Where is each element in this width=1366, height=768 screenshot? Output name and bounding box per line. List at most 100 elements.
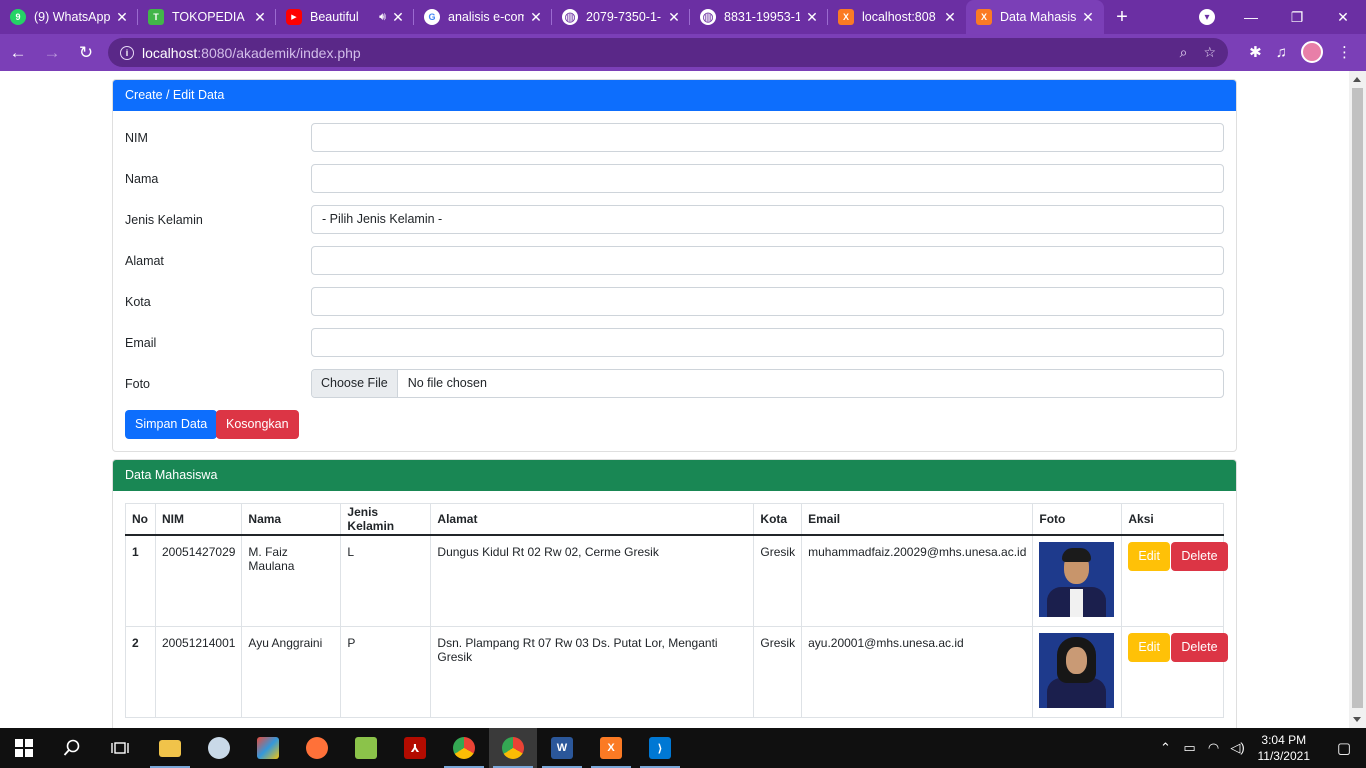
clock-time: 3:04 PM	[1261, 733, 1307, 747]
xampp-icon: X	[838, 9, 854, 25]
delete-button[interactable]: Delete	[1171, 541, 1228, 571]
chrome-icon[interactable]	[489, 728, 537, 768]
notepad-plus-icon[interactable]	[342, 728, 390, 768]
audio-playing-icon[interactable]: 🔊︎	[379, 11, 386, 24]
address-bar[interactable]: i localhost:8080/akademik/index.php ⌕ ☆	[108, 38, 1228, 67]
file-explorer-icon[interactable]	[146, 728, 194, 768]
tab-title: 2079-7350-1-	[586, 10, 662, 24]
nama-input[interactable]	[311, 164, 1224, 193]
close-tab-icon[interactable]: ✕	[1080, 9, 1096, 26]
start-button[interactable]	[0, 728, 48, 768]
url-path: :8080/akademik/index.php	[197, 44, 361, 61]
email-input[interactable]	[311, 328, 1224, 357]
cell-nama: M. Faiz Maulana	[241, 534, 342, 627]
browser-tab[interactable]: ◍ 8831-19953-1 ✕	[690, 0, 828, 34]
paint-icon[interactable]	[195, 728, 243, 768]
choose-file-button[interactable]: Choose File	[312, 370, 398, 397]
xampp-icon[interactable]: X	[587, 728, 635, 768]
close-tab-icon[interactable]: ✕	[666, 9, 682, 26]
restore-icon[interactable]: ❐	[1274, 0, 1320, 34]
back-icon[interactable]: ←	[2, 37, 34, 69]
zoom-icon[interactable]: ⌕	[1180, 44, 1188, 61]
browser-tab[interactable]: T TOKOPEDIA ✕	[138, 0, 276, 34]
close-tab-icon[interactable]: ✕	[114, 9, 130, 26]
clock[interactable]: 3:04 PM 11/3/2021	[1258, 732, 1311, 764]
column-header: Email	[801, 503, 1034, 536]
edit-button[interactable]: Edit	[1128, 632, 1170, 662]
browser-tab[interactable]: ◍ 2079-7350-1- ✕	[552, 0, 690, 34]
column-header: Foto	[1032, 503, 1123, 536]
browser-tab[interactable]: 9 (9) WhatsApp ✕	[0, 0, 138, 34]
chrome-icon[interactable]	[440, 728, 488, 768]
cell-nim: 20051214001	[154, 625, 243, 718]
data-card: Data Mahasiswa No NIM Nama Jenis Kelamin…	[112, 459, 1237, 728]
wifi-icon[interactable]: ◠	[1202, 740, 1226, 756]
task-view-icon[interactable]	[96, 728, 144, 768]
tab-search-icon[interactable]: ▾	[1199, 9, 1215, 25]
nim-input[interactable]	[311, 123, 1224, 152]
volume-icon[interactable]: ◁)	[1226, 740, 1250, 756]
edit-button[interactable]: Edit	[1128, 541, 1170, 571]
tab-title: TOKOPEDIA	[172, 10, 245, 24]
cell-nama: Ayu Anggraini	[241, 625, 342, 718]
form-row-jenis-kelamin: Jenis Kelamin - Pilih Jenis Kelamin -	[125, 205, 1224, 234]
cell-alamat: Dsn. Plampang Rt 07 Rw 03 Ds. Putat Lor,…	[430, 625, 755, 718]
close-tab-icon[interactable]: ✕	[252, 9, 268, 26]
scroll-down-icon[interactable]	[1353, 717, 1361, 722]
vscode-icon[interactable]: ⟩	[636, 728, 684, 768]
kota-input[interactable]	[311, 287, 1224, 316]
page-scrollbar[interactable]	[1349, 71, 1366, 728]
form-row-nim: NIM	[125, 123, 1224, 152]
close-tab-icon[interactable]: ✕	[528, 9, 544, 26]
minimize-icon[interactable]: —	[1228, 0, 1274, 34]
close-tab-icon[interactable]: ✕	[390, 9, 406, 26]
acrobat-icon[interactable]: ⅄	[391, 728, 439, 768]
search-icon[interactable]	[48, 728, 96, 768]
page-content: Create / Edit Data NIM Nama Jenis Kelami…	[0, 71, 1349, 728]
profile-avatar[interactable]	[1301, 41, 1323, 63]
scrollbar-thumb[interactable]	[1352, 88, 1363, 708]
close-tab-icon[interactable]: ✕	[942, 9, 958, 26]
battery-icon[interactable]: ▭	[1178, 740, 1202, 756]
browser-tab-active[interactable]: X Data Mahasisw ✕	[966, 0, 1104, 34]
browser-tab[interactable]: X localhost:808 ✕	[828, 0, 966, 34]
globe-icon: ◍	[562, 9, 578, 25]
simpan-data-button[interactable]: Simpan Data	[125, 410, 218, 439]
mahasiswa-table: No NIM Nama Jenis Kelamin Alamat Kota Em…	[125, 503, 1228, 718]
browser-menu-icon[interactable]: ⋮	[1337, 43, 1352, 61]
extensions-icon[interactable]: ✱	[1249, 43, 1262, 61]
browser-toolbar: ← → ↻ i localhost:8080/akademik/index.ph…	[0, 34, 1366, 71]
jenis-kelamin-select[interactable]: - Pilih Jenis Kelamin -	[311, 205, 1224, 234]
form-row-email: Email	[125, 328, 1224, 357]
new-tab-button[interactable]: +	[1104, 0, 1140, 34]
chevron-up-icon[interactable]: ⌃	[1154, 740, 1178, 756]
foto-file-input[interactable]: Choose File No file chosen	[311, 369, 1224, 398]
window-controls: — ❐ ✕	[1228, 0, 1366, 34]
delete-button[interactable]: Delete	[1171, 632, 1228, 662]
form-row-nama: Nama	[125, 164, 1224, 193]
firefox-icon[interactable]	[293, 728, 341, 768]
bookmark-star-icon[interactable]: ☆	[1203, 44, 1216, 61]
column-header: Aksi	[1121, 503, 1224, 536]
kosongkan-button[interactable]: Kosongkan	[216, 410, 299, 439]
browser-tab[interactable]: G analisis e-com ✕	[414, 0, 552, 34]
windows-taskbar: ⅄ W X ⟩ ⌃ ▭ ◠ ◁) 3:04 PM 11/3/2021 ▢	[0, 728, 1366, 768]
alamat-input[interactable]	[311, 246, 1224, 275]
close-window-icon[interactable]: ✕	[1320, 0, 1366, 34]
alamat-label: Alamat	[125, 254, 164, 268]
browser-tab[interactable]: ▶ Beautiful 🔊︎ ✕	[276, 0, 414, 34]
cell-email: ayu.20001@mhs.unesa.ac.id	[801, 625, 1034, 718]
tab-title: Data Mahasisw	[1000, 10, 1076, 24]
close-tab-icon[interactable]: ✕	[804, 9, 820, 26]
media-control-icon[interactable]: ♫	[1276, 44, 1287, 61]
notification-icon[interactable]: ▢	[1322, 739, 1366, 757]
forward-icon[interactable]: →	[36, 37, 68, 69]
app-icon[interactable]	[244, 728, 292, 768]
reload-icon[interactable]: ↻	[70, 37, 102, 69]
scroll-up-icon[interactable]	[1353, 77, 1361, 82]
word-icon[interactable]: W	[538, 728, 586, 768]
form-row-alamat: Alamat	[125, 246, 1224, 275]
site-info-icon[interactable]: i	[120, 45, 134, 60]
cell-jenis-kelamin: P	[340, 625, 432, 718]
column-header: Nama	[241, 503, 342, 536]
